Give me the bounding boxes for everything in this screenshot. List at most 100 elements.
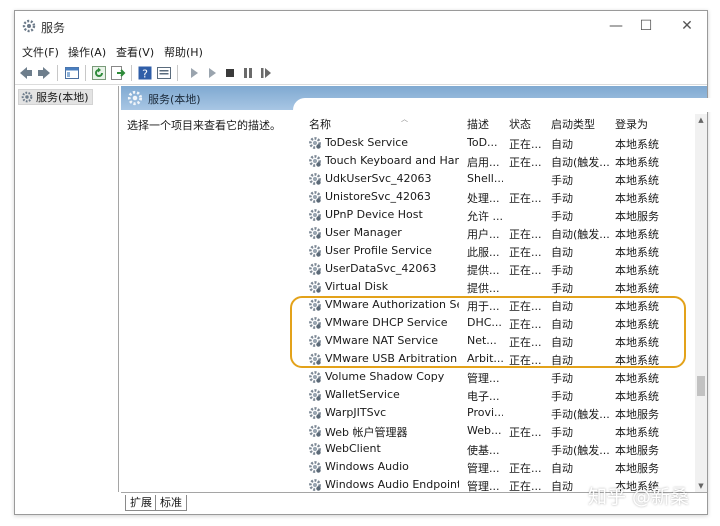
service-gear-icon [309,155,321,167]
tree-item-services-local[interactable]: 服务(本地) [18,89,93,105]
properties-icon[interactable] [156,65,172,81]
services-list: 名称 ︿ 描述 状态 启动类型 登录为 ToDesk Service ToD...… [305,114,693,492]
service-logon-as: 本地服务 [615,462,659,475]
pane-header: 服务(本地) [121,86,720,112]
refresh-icon[interactable] [91,65,107,81]
service-status: 正在... [509,156,542,169]
service-row[interactable]: Web 帐户管理器 Web... 正在... 手动 本地系统 [305,422,693,440]
service-gear-icon [309,137,321,149]
service-name: UdkUserSvc_42063 [325,172,432,185]
service-row[interactable]: Volume Shadow Copy 管理... 手动 本地系统 [305,368,693,386]
service-row[interactable]: Virtual Disk 提供... 手动 本地系统 [305,278,693,296]
service-row[interactable]: VMware NAT Service Net... 正在... 自动 本地系统 [305,332,693,350]
service-row[interactable]: UnistoreSvc_42063 处理... 正在... 手动 本地系统 [305,188,693,206]
service-startup-type: 手动 [551,192,573,205]
column-header-desc[interactable]: 描述 [467,116,489,132]
service-gear-icon [309,173,321,185]
service-description: 提供... [467,282,500,295]
service-row[interactable]: User Profile Service 此服... 正在... 自动 本地系统 [305,242,693,260]
service-gear-icon [309,407,321,419]
service-row[interactable]: Windows Audio 管理... 正在... 自动 本地服务 [305,458,693,476]
service-name: VMware NAT Service [325,334,439,347]
service-status: 正在... [509,228,542,241]
column-header-startup[interactable]: 启动类型 [551,116,595,132]
service-row[interactable]: VMware Authorization Ser... 用于... 正在... 自动 本… [305,296,693,314]
service-row[interactable]: ToDesk Service ToD... 正在... 自动 本地系统 [305,134,693,152]
service-row[interactable]: WebClient 使基... 手动(触发... 本地服务 [305,440,693,458]
service-status: 正在... [509,246,542,259]
column-header-status[interactable]: 状态 [509,116,531,132]
pause-icon[interactable] [240,65,256,81]
service-gear-icon [309,461,321,473]
scroll-down-icon[interactable]: ▼ [697,482,705,490]
service-name: ToDesk Service [325,136,409,149]
back-icon[interactable] [18,65,34,81]
service-gear-icon [309,479,321,491]
service-logon-as: 本地系统 [615,426,659,439]
service-logon-as: 本地系统 [615,228,659,241]
service-name: Windows Audio Endpoint B... [325,478,459,491]
close-button[interactable]: ✕ [676,17,698,35]
service-row[interactable]: VMware DHCP Service DHC... 正在... 自动 本地系统 [305,314,693,332]
service-description: ToD... [467,136,498,149]
service-description: DHC... [467,316,502,329]
service-description: 电子... [467,390,500,403]
service-status: 正在... [509,138,542,151]
service-gear-icon [309,317,321,329]
service-startup-type: 手动 [551,390,573,403]
service-name: UnistoreSvc_42063 [325,190,431,203]
scroll-up-icon[interactable]: ▲ [697,116,705,124]
menu-view[interactable]: 查看(V) [116,44,154,60]
console-tree-icon[interactable] [64,65,80,81]
service-row[interactable]: WalletService 电子... 手动 本地系统 [305,386,693,404]
service-row[interactable]: WarpJITSvc Provi... 手动(触发... 本地服务 [305,404,693,422]
tab-standard[interactable]: 标准 [155,495,187,511]
help-icon[interactable]: ? [137,65,153,81]
service-gear-icon [309,425,321,437]
service-row[interactable]: UdkUserSvc_42063 Shell... 手动 本地系统 [305,170,693,188]
service-name: Volume Shadow Copy [325,370,445,383]
service-status: 正在... [509,354,542,367]
tab-extended[interactable]: 扩展 [125,495,157,511]
start-icon[interactable] [186,65,202,81]
column-header-logon[interactable]: 登录为 [615,116,648,132]
service-startup-type: 自动 [551,354,573,367]
services-gear-icon [21,91,33,103]
console-tree: 服务(本地) [15,86,119,492]
service-startup-type: 手动(触发... [551,408,610,421]
service-startup-type: 自动 [551,318,573,331]
minimize-button[interactable]: — [605,17,627,35]
service-logon-as: 本地系统 [615,354,659,367]
service-logon-as: 本地服务 [615,444,659,457]
service-row[interactable]: UPnP Device Host 允许 ... 手动 本地服务 [305,206,693,224]
scroll-thumb[interactable] [697,376,705,396]
service-startup-type: 手动(触发... [551,444,610,457]
menu-bar: 文件(F) 操作(A) 查看(V) 帮助(H) [15,41,707,61]
vertical-scrollbar[interactable]: ▲ ▼ [695,114,707,492]
service-logon-as: 本地系统 [615,264,659,277]
column-header-name[interactable]: 名称 [309,116,331,132]
service-gear-icon [309,371,321,383]
service-row[interactable]: UserDataSvc_42063 提供... 正在... 手动 本地系统 [305,260,693,278]
service-gear-icon [309,335,321,347]
restart-icon[interactable] [258,65,274,81]
service-description: 允许 ... [467,210,503,223]
service-description: Shell... [467,172,503,185]
maximize-button[interactable]: ☐ [635,17,657,35]
service-description: 管理... [467,462,500,475]
service-row[interactable]: Touch Keyboard and Hand... 启用... 正在... 自动(触… [305,152,693,170]
menu-file[interactable]: 文件(F) [22,44,59,60]
menu-help[interactable]: 帮助(H) [164,44,203,60]
menu-action[interactable]: 操作(A) [68,44,106,60]
service-row[interactable]: User Manager 用户... 正在... 自动(触发... 本地系统 [305,224,693,242]
service-gear-icon [309,245,321,257]
start-alt-icon[interactable] [204,65,220,81]
stop-icon[interactable] [222,65,238,81]
service-startup-type: 自动 [551,246,573,259]
service-logon-as: 本地服务 [615,210,659,223]
service-row[interactable]: VMware USB Arbitration S... Arbit... 正在...… [305,350,693,368]
service-description: 启用... [467,156,500,169]
forward-icon[interactable] [36,65,52,81]
export-icon[interactable] [110,65,126,81]
service-logon-as: 本地系统 [615,282,659,295]
